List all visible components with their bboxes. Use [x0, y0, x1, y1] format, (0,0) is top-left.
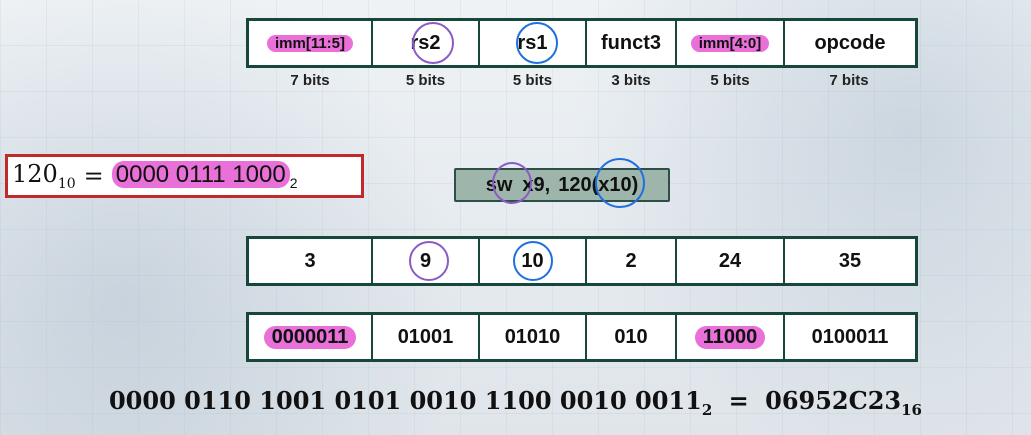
size-label: 7 bits — [829, 72, 869, 89]
dec-cell: 3 — [249, 239, 373, 283]
dec-rs1-ring — [513, 241, 553, 281]
bin-cell: 0000011 — [249, 315, 373, 359]
binary-row: 0000011 01001 01010 010 11000 0100011 — [246, 312, 918, 362]
field-opcode: opcode — [814, 31, 886, 54]
size-label: 5 bits — [710, 72, 750, 89]
instr-rs1-ring — [595, 158, 645, 208]
rs1-ring — [516, 22, 558, 64]
imm-decimal: 12010 — [12, 160, 76, 192]
dec-rs2-ring — [409, 241, 449, 281]
decimal-row: 3 9 10 2 24 35 — [246, 236, 918, 286]
result-binary: 0000 0110 1001 0101 0010 1100 0010 00112 — [108, 386, 713, 419]
instr-offset: 120 — [558, 173, 592, 196]
bin-cell: 01010 — [480, 315, 587, 359]
format-row: imm[11:5] rs2 rs1 funct3 imm[4:0] opcode — [246, 18, 918, 68]
machine-code-result: 0000 0110 1001 0101 0010 1100 0010 00112… — [108, 386, 922, 419]
bin-cell: 0100011 — [811, 325, 889, 348]
result-hex: 06952C2316 — [765, 386, 922, 419]
dec-cell: 2 — [587, 239, 677, 283]
instr-rs2-ring — [492, 162, 532, 204]
bin-cell: 01001 — [373, 315, 480, 359]
bit-sizes: 7 bits 5 bits 5 bits 3 bits 5 bits 7 bit… — [248, 72, 914, 89]
bin-cell: 11000 — [677, 315, 785, 359]
immediate-conversion: 12010 = 0000 0111 1000 2 — [5, 154, 364, 198]
field-imm-11-5: imm[11:5] — [249, 21, 373, 65]
rs2-ring — [412, 22, 454, 64]
imm-binary: 0000 0111 1000 2 — [111, 161, 298, 191]
size-label: 3 bits — [611, 72, 651, 89]
size-label: 7 bits — [290, 72, 330, 89]
dec-cell: 24 — [677, 239, 785, 283]
dec-cell: 35 — [838, 249, 862, 272]
field-funct3: funct3 — [587, 21, 677, 65]
size-label: 5 bits — [512, 72, 553, 89]
bin-cell: 010 — [587, 315, 677, 359]
field-imm-4-0: imm[4:0] — [677, 21, 785, 65]
size-label: 5 bits — [405, 72, 446, 89]
